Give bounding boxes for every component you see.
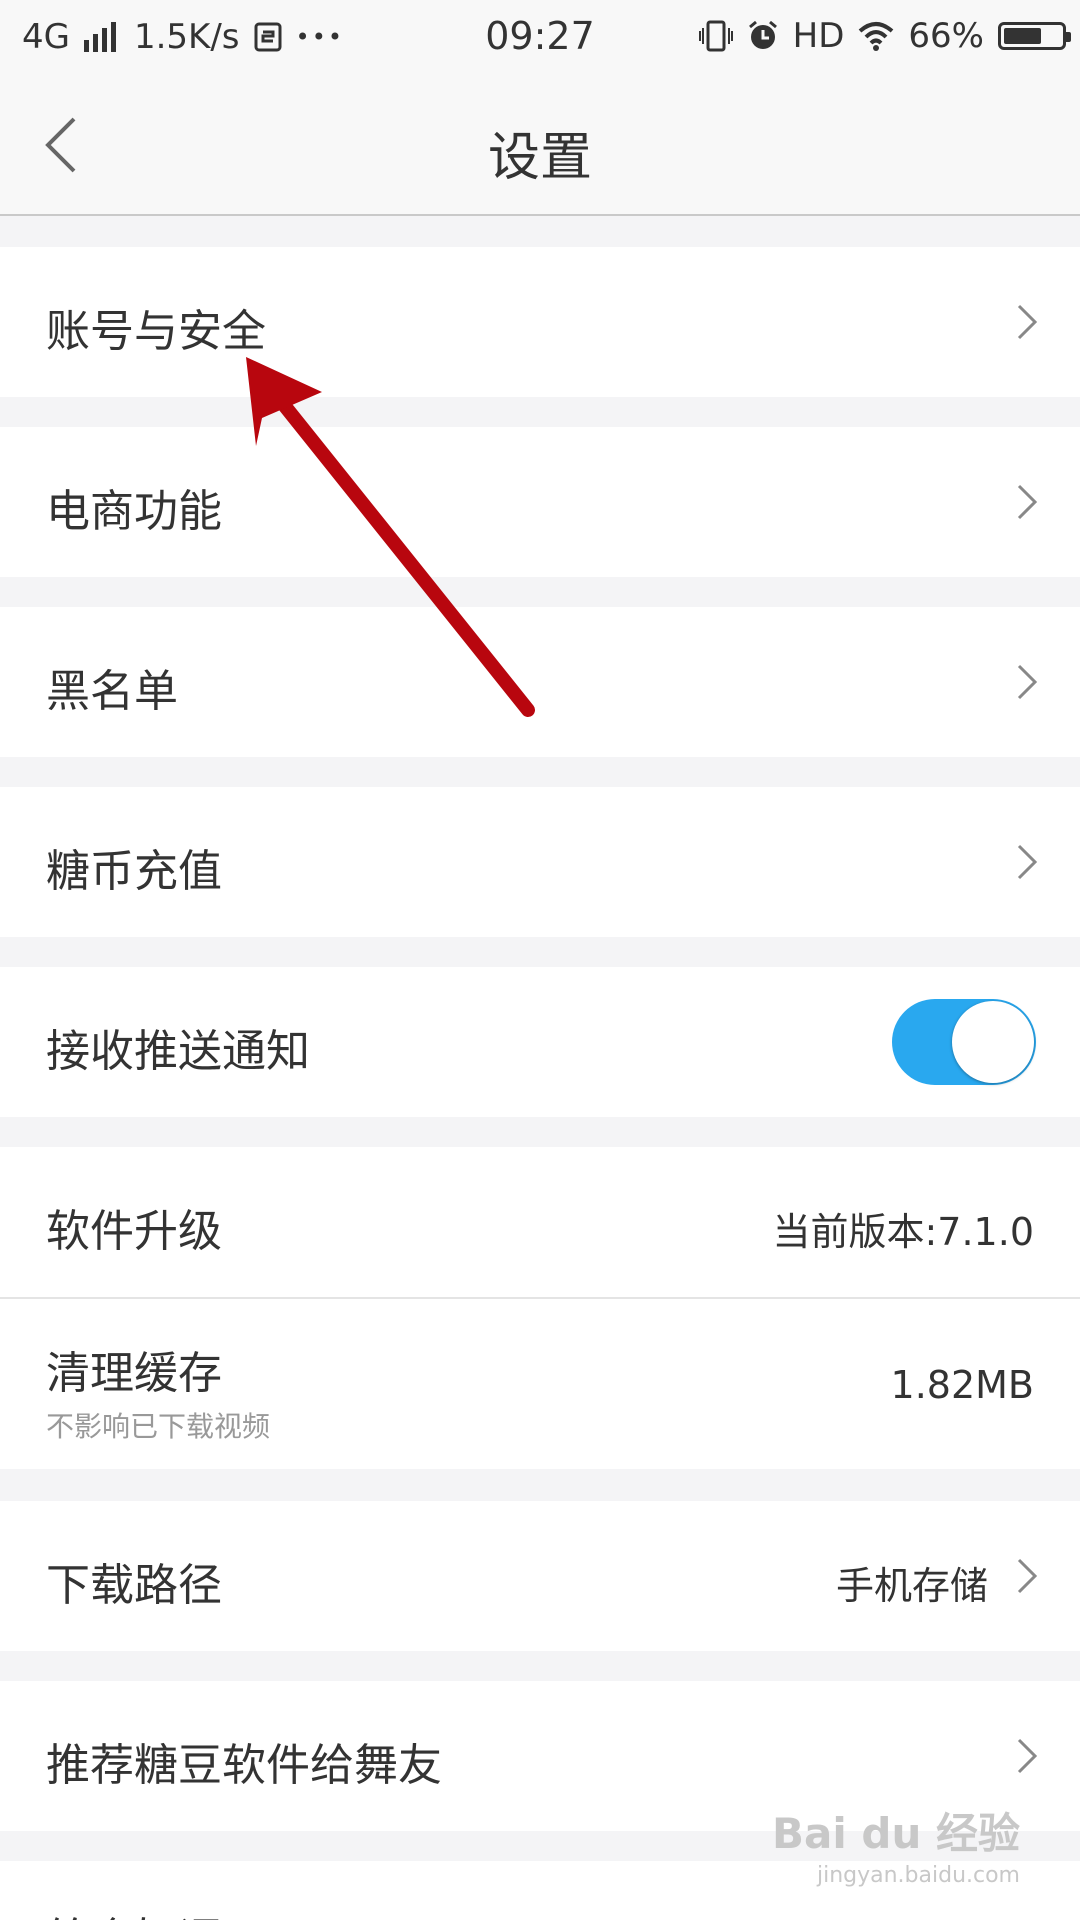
status-right: HD 66% (698, 16, 1071, 56)
alarm-icon (748, 20, 777, 49)
wifi-icon (859, 22, 894, 51)
vibrate-icon (698, 20, 733, 52)
row-software-upgrade[interactable]: 软件升级 当前版本:7.1.0 (0, 1147, 1080, 1297)
row-blacklist[interactable]: 黑名单 (0, 607, 1080, 757)
row-label: 黑名单 (46, 666, 178, 717)
hd-label: HD (792, 16, 845, 56)
row-sublabel: 不影响已下载视频 (46, 1410, 271, 1443)
status-bar: 4G 1.5K/s ••• 09:27 HD 66% (0, 0, 1080, 75)
current-version: 当前版本:7.1.0 (772, 1210, 1035, 1254)
row-label: 软件升级 (46, 1206, 222, 1257)
chevron-right-icon (1017, 484, 1038, 520)
chevron-right-icon (1017, 1558, 1038, 1594)
battery-fill (1004, 28, 1041, 44)
cache-size: 1.82MB (890, 1363, 1034, 1407)
battery-percent: 66% (908, 16, 984, 56)
download-path-value: 手机存储 (835, 1564, 988, 1608)
nav-bar: 设置 (0, 75, 1080, 216)
row-label: 推荐糖豆软件给舞友 (46, 1740, 442, 1791)
row-label: 电商功能 (46, 486, 222, 537)
row-push-notifications: 接收推送通知 (0, 967, 1080, 1117)
chevron-right-icon (1017, 1738, 1038, 1774)
watermark-url: jingyan.baidu.com (816, 1863, 1020, 1888)
row-label: 清理缓存 (46, 1348, 222, 1399)
row-ecommerce[interactable]: 电商功能 (0, 427, 1080, 577)
row-recharge[interactable]: 糖币充值 (0, 787, 1080, 937)
battery-icon (998, 22, 1071, 50)
row-clear-cache[interactable]: 清理缓存 不影响已下载视频 1.82MB (0, 1299, 1080, 1469)
baidu-watermark: Bai du 经验 jingyan.baidu.com (772, 1800, 1020, 1888)
page-title: 设置 (487, 128, 592, 188)
row-label: 糖币充值 (46, 846, 222, 897)
toggle-knob (952, 1001, 1034, 1083)
row-download-path[interactable]: 下载路径 手机存储 (0, 1501, 1080, 1651)
chevron-right-icon (1017, 844, 1038, 880)
row-label: 给个好评 (46, 1903, 222, 1920)
push-toggle[interactable] (892, 999, 1036, 1085)
chevron-right-icon (1017, 664, 1038, 700)
row-label: 接收推送通知 (46, 1026, 310, 1077)
row-account-security[interactable]: 账号与安全 (0, 247, 1080, 397)
row-label: 账号与安全 (46, 306, 266, 357)
watermark-logo: Bai du 经验 (772, 1809, 1020, 1858)
chevron-right-icon (1017, 304, 1038, 340)
row-label: 下载路径 (46, 1560, 222, 1611)
